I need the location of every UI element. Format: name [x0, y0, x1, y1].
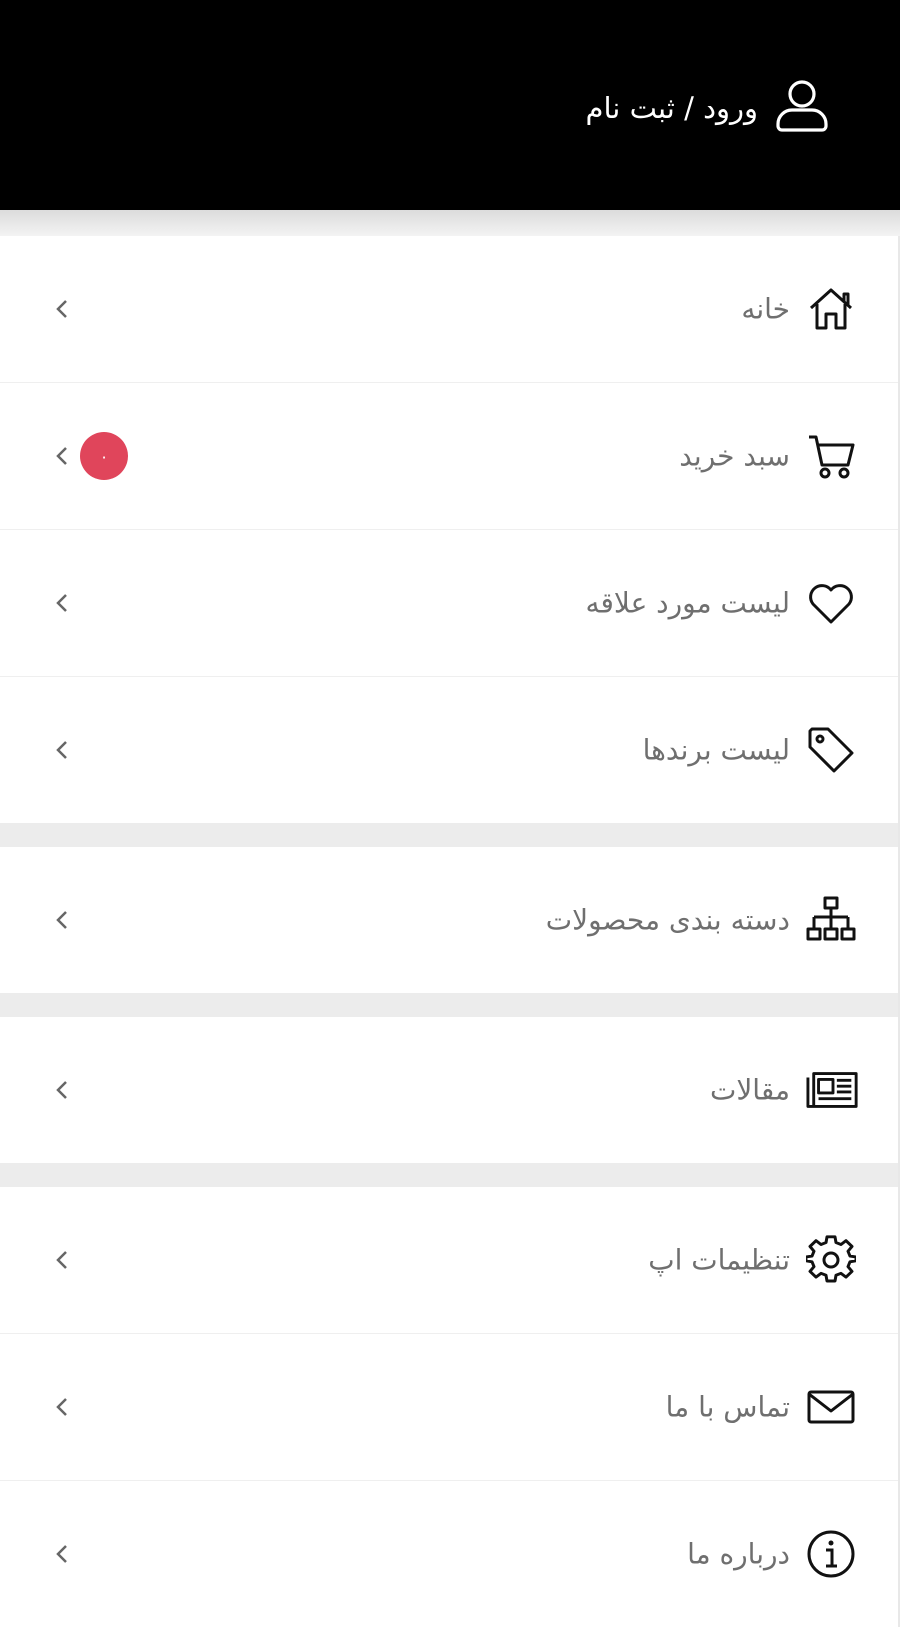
- user-icon: [776, 78, 828, 138]
- login-register-label: ورود / ثبت نام: [585, 91, 758, 125]
- menu-item-about[interactable]: درباره ما: [0, 1481, 898, 1627]
- app-header: ورود / ثبت نام: [0, 0, 900, 210]
- menu-item-wishlist[interactable]: لیست مورد علاقه: [0, 530, 898, 677]
- info-icon: [806, 1529, 856, 1579]
- chevron-left-icon: [54, 298, 70, 320]
- menu-label-articles: مقالات: [709, 1073, 790, 1107]
- chevron-left-icon: [54, 909, 70, 931]
- menu-item-settings[interactable]: تنظیمات اپ: [0, 1187, 898, 1334]
- menu-label-wishlist: لیست مورد علاقه: [585, 586, 790, 620]
- chevron-left-icon: [54, 1079, 70, 1101]
- side-menu: خانه سبد خرید ۰ لیست مورد علاقه لیست برن…: [0, 236, 900, 1627]
- tag-icon: [806, 725, 856, 775]
- chevron-left-icon: [54, 739, 70, 761]
- menu-item-cart[interactable]: سبد خرید ۰: [0, 383, 898, 530]
- menu-label-about: درباره ما: [687, 1537, 790, 1571]
- heart-icon: [806, 578, 856, 628]
- section-divider: [0, 823, 898, 847]
- chevron-left-icon: [54, 445, 70, 467]
- menu-label-brands: لیست برندها: [642, 733, 790, 767]
- menu-label-categories: دسته بندی محصولات: [545, 903, 790, 937]
- envelope-icon: [806, 1382, 856, 1432]
- login-register-button[interactable]: ورود / ثبت نام: [585, 78, 828, 138]
- menu-label-home: خانه: [741, 292, 790, 326]
- menu-label-contact: تماس با ما: [665, 1390, 790, 1424]
- gear-icon: [806, 1235, 856, 1285]
- menu-item-brands[interactable]: لیست برندها: [0, 677, 898, 823]
- sitemap-icon: [806, 895, 856, 945]
- chevron-left-icon: [54, 592, 70, 614]
- chevron-left-icon: [54, 1249, 70, 1271]
- home-icon: [806, 284, 856, 334]
- cart-count-badge: ۰: [80, 432, 128, 480]
- menu-label-cart: سبد خرید: [679, 439, 790, 473]
- chevron-left-icon: [54, 1543, 70, 1565]
- cart-icon: [806, 431, 856, 481]
- header-shadow: [0, 210, 900, 236]
- section-divider: [0, 993, 898, 1017]
- menu-item-contact[interactable]: تماس با ما: [0, 1334, 898, 1481]
- menu-item-categories[interactable]: دسته بندی محصولات: [0, 847, 898, 993]
- newspaper-icon: [806, 1065, 858, 1115]
- menu-item-articles[interactable]: مقالات: [0, 1017, 898, 1163]
- menu-item-home[interactable]: خانه: [0, 236, 898, 383]
- menu-label-settings: تنظیمات اپ: [648, 1243, 790, 1277]
- chevron-left-icon: [54, 1396, 70, 1418]
- section-divider: [0, 1163, 898, 1187]
